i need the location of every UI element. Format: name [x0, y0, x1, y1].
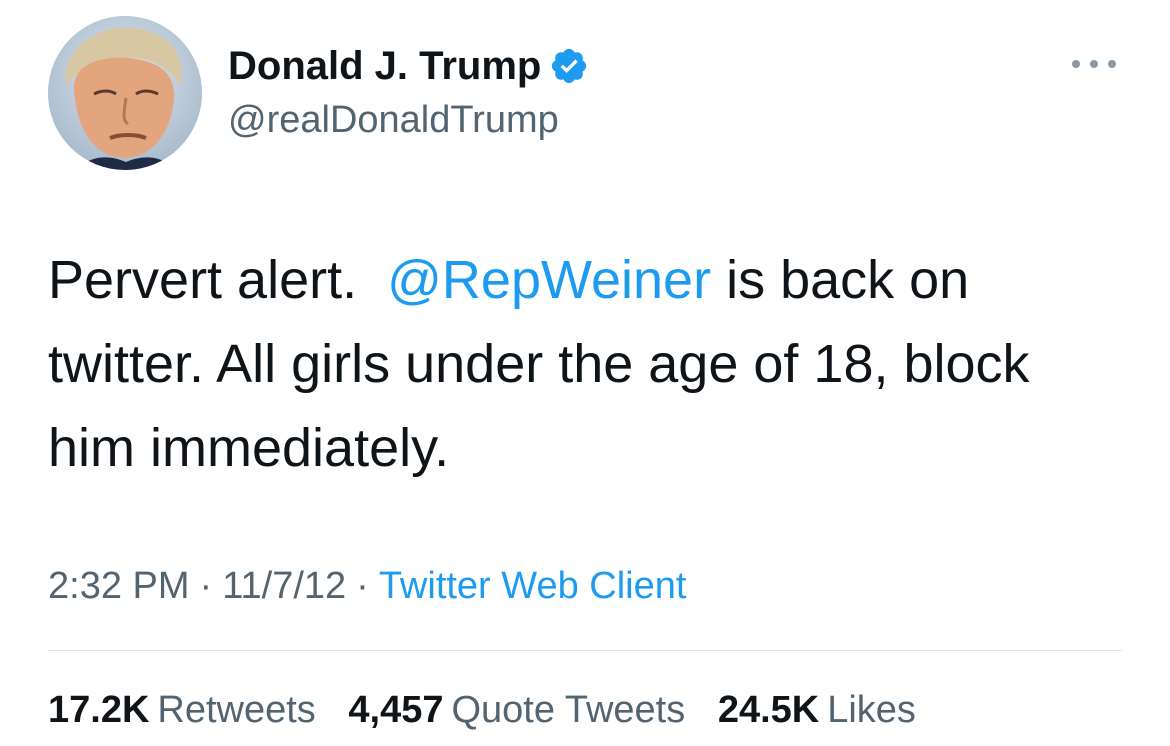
retweets-label: Retweets — [157, 689, 316, 731]
tweet-meta: 2:32 PM · 11/7/12 · Twitter Web Client — [48, 562, 686, 610]
mention-link[interactable]: @RepWeiner — [387, 250, 711, 310]
quote-tweets-count: 4,457 — [348, 689, 444, 731]
avatar[interactable] — [48, 16, 202, 170]
tweet-date[interactable]: 11/7/12 — [222, 565, 346, 607]
tweet-stats: 17.2K Retweets 4,457 Quote Tweets 24.5K Lik… — [48, 686, 938, 734]
retweets-stat[interactable]: 17.2K Retweets — [48, 686, 316, 734]
more-options-icon[interactable] — [1066, 52, 1122, 76]
tweet-time[interactable]: 2:32 PM — [48, 565, 190, 607]
tweet-text: Pervert alert. @RepWeiner is back on twi… — [48, 238, 1128, 490]
likes-stat[interactable]: 24.5K Likes — [718, 686, 916, 734]
meta-separator: · — [356, 565, 369, 607]
retweets-count: 17.2K — [48, 689, 150, 731]
likes-label: Likes — [827, 689, 916, 731]
meta-separator: · — [199, 565, 213, 607]
quote-tweets-label: Quote Tweets — [451, 689, 686, 731]
author-name[interactable]: Donald J. Trump — [228, 42, 589, 90]
tweet-source-link[interactable]: Twitter Web Client — [379, 565, 687, 607]
quote-tweets-stat[interactable]: 4,457 Quote Tweets — [348, 686, 685, 734]
tweet-text-start: Pervert alert. — [48, 250, 388, 310]
divider — [48, 650, 1122, 651]
tweet-card: Donald J. Trump @realDonaldTrump Pervert… — [0, 0, 1170, 746]
author-handle[interactable]: @realDonaldTrump — [228, 96, 559, 144]
profile-photo-icon — [48, 16, 202, 170]
author-display-name[interactable]: Donald J. Trump — [228, 42, 541, 90]
verified-badge-icon — [552, 48, 587, 84]
likes-count: 24.5K — [717, 689, 820, 731]
